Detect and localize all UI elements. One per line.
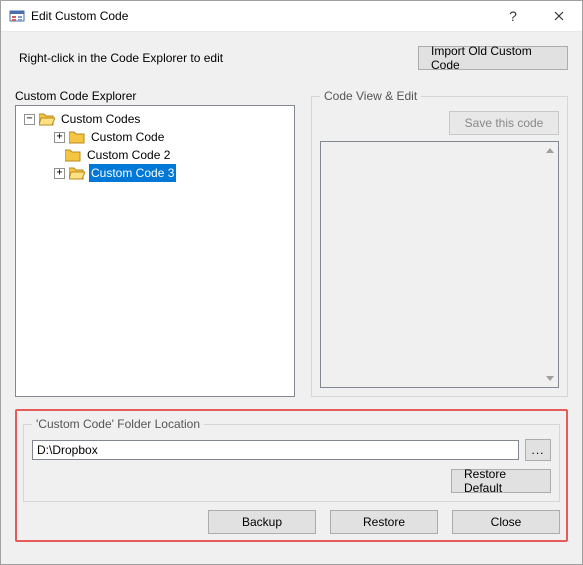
instruction-text: Right-click in the Code Explorer to edit xyxy=(15,51,223,65)
collapse-icon[interactable]: − xyxy=(24,114,35,125)
tree-item-label: Custom Code 2 xyxy=(85,146,172,164)
restore-default-button[interactable]: Restore Default xyxy=(451,469,551,493)
folder-location-legend: 'Custom Code' Folder Location xyxy=(32,417,204,431)
expand-icon[interactable]: + xyxy=(54,168,65,179)
app-icon xyxy=(9,8,25,24)
code-view-legend: Code View & Edit xyxy=(320,89,421,103)
vertical-scrollbar[interactable] xyxy=(541,142,558,387)
folder-path-input[interactable] xyxy=(32,440,519,460)
folder-location-highlight: 'Custom Code' Folder Location ... Restor… xyxy=(15,409,568,542)
backup-button[interactable]: Backup xyxy=(208,510,316,534)
code-textarea-wrap xyxy=(320,141,559,388)
tree-root[interactable]: − Custom Codes xyxy=(24,110,292,128)
code-view-edit-group: Code View & Edit Save this code xyxy=(311,89,568,397)
tree-item[interactable]: + Custom Code xyxy=(54,128,292,146)
restore-button[interactable]: Restore xyxy=(330,510,438,534)
client-area: Right-click in the Code Explorer to edit… xyxy=(1,31,582,564)
close-button[interactable]: Close xyxy=(452,510,560,534)
explorer-label: Custom Code Explorer xyxy=(15,89,295,103)
folder-open-icon xyxy=(39,112,55,126)
import-old-custom-code-button[interactable]: Import Old Custom Code xyxy=(418,46,568,70)
folder-icon xyxy=(69,130,85,144)
help-button[interactable]: ? xyxy=(490,1,536,31)
tree-item-label-selected: Custom Code 3 xyxy=(89,164,176,182)
tree-item-label: Custom Code xyxy=(89,128,166,146)
dialog-window: Edit Custom Code ? Right-click in the Co… xyxy=(0,0,583,565)
scroll-up-icon[interactable] xyxy=(541,142,558,159)
code-explorer-tree[interactable]: − Custom Codes xyxy=(15,105,295,397)
code-textarea[interactable] xyxy=(321,142,541,387)
titlebar-buttons: ? xyxy=(490,1,582,31)
expand-icon[interactable]: + xyxy=(54,132,65,143)
tree-root-label: Custom Codes xyxy=(59,110,142,128)
tree-item[interactable]: + Custom Code 3 xyxy=(54,164,292,182)
scroll-down-icon[interactable] xyxy=(541,370,558,387)
folder-icon xyxy=(65,148,81,162)
close-icon[interactable] xyxy=(536,1,582,31)
window-title: Edit Custom Code xyxy=(31,9,490,23)
folder-open-icon xyxy=(69,166,85,180)
titlebar: Edit Custom Code ? xyxy=(1,1,582,32)
save-this-code-button[interactable]: Save this code xyxy=(449,111,559,135)
tree-item[interactable]: Custom Code 2 xyxy=(54,146,292,164)
browse-button[interactable]: ... xyxy=(525,439,551,461)
folder-location-group: 'Custom Code' Folder Location ... Restor… xyxy=(23,417,560,502)
